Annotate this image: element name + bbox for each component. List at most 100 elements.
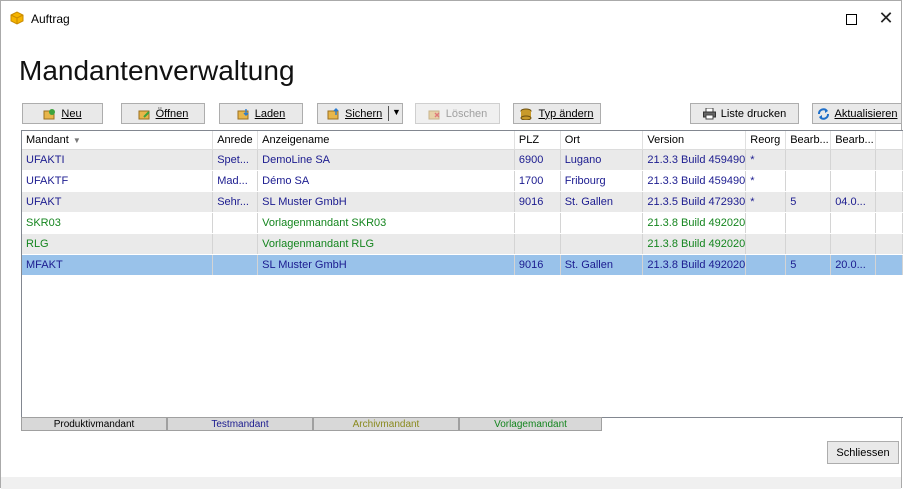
cell-anzeigename: Vorlagenmandant SKR03 xyxy=(257,212,515,234)
application-window: Auftrag ✕ Mandantenverwaltung Neu Öffnen… xyxy=(0,0,903,489)
sort-down-icon: ▼ xyxy=(72,136,81,145)
column-header-version[interactable]: Version xyxy=(642,131,747,150)
sichern-label: Sichern xyxy=(345,107,383,120)
cell-anrede xyxy=(212,254,259,276)
new-user-icon xyxy=(43,108,56,119)
cell-filler xyxy=(875,149,903,171)
laden-label: Laden xyxy=(254,107,286,120)
cell-mandant: MFAKT xyxy=(22,254,214,276)
maximize-icon xyxy=(845,13,857,25)
column-header-ort[interactable]: Ort xyxy=(560,131,644,150)
liste-drucken-button[interactable]: Liste drucken xyxy=(690,103,799,124)
schliessen-button[interactable]: Schliessen xyxy=(827,441,899,464)
column-header-bearb-1[interactable]: Bearb... xyxy=(785,131,832,150)
legend-produktiv: Produktivmandant xyxy=(21,417,167,431)
legend-test: Testmandant xyxy=(167,417,313,431)
load-icon xyxy=(237,108,249,119)
main-content: Mandantenverwaltung Neu Öffnen Laden Sic… xyxy=(1,37,903,477)
mandant-type-legend: Produktivmandant Testmandant Archivmanda… xyxy=(21,417,602,431)
page-title: Mandantenverwaltung xyxy=(19,55,295,86)
cell-ort: St. Gallen xyxy=(560,191,644,213)
close-button[interactable]: ✕ xyxy=(873,6,899,30)
neu-label: Neu xyxy=(61,107,82,120)
cell-bearb-1 xyxy=(785,170,832,192)
cell-bearb-2 xyxy=(830,212,877,234)
cell-bearb-1 xyxy=(785,233,832,255)
refresh-icon xyxy=(817,107,829,120)
cell-reorg xyxy=(745,254,787,276)
cell-anrede: Sehr... xyxy=(212,191,259,213)
cell-anzeigename: Vorlagenmandant RLG xyxy=(257,233,515,255)
cell-plz xyxy=(514,233,561,255)
column-header-anzeigename[interactable]: Anzeigename xyxy=(257,131,515,150)
aktualisieren-button[interactable]: Aktualisieren xyxy=(812,103,902,124)
cell-version: 21.3.8 Build 492020 xyxy=(642,212,747,234)
cell-ort xyxy=(560,212,644,234)
open-user-icon xyxy=(138,110,150,119)
cell-mandant: RLG xyxy=(22,233,214,255)
cell-anrede: Spet... xyxy=(212,149,259,171)
table-row[interactable]: UFAKT Sehr... SL Muster GmbH 9016 St. Gallen… xyxy=(22,191,903,213)
cell-bearb-1 xyxy=(785,149,832,171)
cell-anzeigename: DemoLine SA xyxy=(257,149,515,171)
column-header-plz[interactable]: PLZ xyxy=(514,131,561,150)
database-icon xyxy=(520,108,532,120)
printer-icon xyxy=(702,107,716,119)
cell-ort: Fribourg xyxy=(560,170,644,192)
cell-bearb-1 xyxy=(785,212,832,234)
cell-plz: 6900 xyxy=(514,149,561,171)
cell-bearb-2 xyxy=(830,233,877,255)
close-icon: ✕ xyxy=(878,7,894,29)
cell-filler xyxy=(875,212,903,234)
liste-drucken-label: Liste drucken xyxy=(720,107,787,120)
legend-vorlage: Vorlagemandant xyxy=(459,417,602,431)
cell-anrede xyxy=(212,233,259,255)
cell-bearb-1: 5 xyxy=(785,191,832,213)
typ-aendern-label: Typ ändern xyxy=(538,107,594,120)
cell-filler xyxy=(875,191,903,213)
column-header-anrede[interactable]: Anrede xyxy=(212,131,259,150)
column-header-filler xyxy=(875,131,903,150)
table-row[interactable]: UFAKTF Mad... Démo SA 1700 Fribourg 21.3.3 Bu… xyxy=(22,170,903,192)
oeffnen-button[interactable]: Öffnen xyxy=(121,103,205,124)
sichern-button[interactable]: Sichern ▼ xyxy=(317,103,403,124)
column-label: Mandant xyxy=(26,134,69,146)
column-header-mandant[interactable]: Mandant ▼ xyxy=(22,131,214,150)
cell-anzeigename: Démo SA xyxy=(257,170,515,192)
typ-aendern-button[interactable]: Typ ändern xyxy=(513,103,601,124)
cell-reorg: * xyxy=(745,149,787,171)
cell-plz: 9016 xyxy=(514,254,561,276)
oeffnen-label: Öffnen xyxy=(155,107,189,120)
sichern-dropdown-divider xyxy=(388,106,389,121)
column-header-bearb-2[interactable]: Bearb... xyxy=(830,131,877,150)
cell-reorg xyxy=(745,212,787,234)
cell-bearb-2 xyxy=(830,170,877,192)
mandant-grid: Mandant ▼ Anrede Anzeigename PLZ Ort Vers… xyxy=(22,131,903,276)
table-row[interactable]: RLG Vorlagenmandant RLG 21.3.8 Build 49202… xyxy=(22,233,903,255)
cell-version: 21.3.5 Build 472930 xyxy=(642,191,747,213)
cell-anzeigename: SL Muster GmbH xyxy=(257,254,515,276)
cell-mandant: SKR03 xyxy=(22,212,214,234)
table-row[interactable]: UFAKTI Spet... DemoLine SA 6900 Lugano 21.3.3… xyxy=(22,149,903,171)
cell-ort xyxy=(560,233,644,255)
mandant-table: Mandant ▼ Anrede Anzeigename PLZ Ort Vers… xyxy=(21,130,903,418)
column-header-reorg[interactable]: Reorg xyxy=(745,131,787,150)
cell-ort: Lugano xyxy=(560,149,644,171)
loeschen-button[interactable]: Löschen xyxy=(415,103,500,124)
table-row[interactable]: SKR03 Vorlagenmandant SKR03 21.3.8 Build 4… xyxy=(22,212,903,234)
title-bar: Auftrag ✕ xyxy=(1,1,901,37)
table-row[interactable]: MFAKT SL Muster GmbH 9016 St. Gallen 21.3.8 … xyxy=(22,254,903,276)
app-logo-icon xyxy=(10,11,24,25)
cell-version: 21.3.8 Build 492020 xyxy=(642,254,747,276)
laden-button[interactable]: Laden xyxy=(219,103,303,124)
cell-filler xyxy=(875,233,903,255)
cell-bearb-2: 04.0... xyxy=(830,191,877,213)
aktualisieren-label: Aktualisieren xyxy=(834,107,898,120)
neu-button[interactable]: Neu xyxy=(22,103,103,124)
cell-reorg: * xyxy=(745,191,787,213)
status-bar xyxy=(1,477,901,489)
maximize-button[interactable] xyxy=(838,7,864,31)
table-header: Mandant ▼ Anrede Anzeigename PLZ Ort Vers… xyxy=(22,131,903,150)
chevron-down-icon[interactable]: ▼ xyxy=(392,107,401,117)
cell-anzeigename: SL Muster GmbH xyxy=(257,191,515,213)
